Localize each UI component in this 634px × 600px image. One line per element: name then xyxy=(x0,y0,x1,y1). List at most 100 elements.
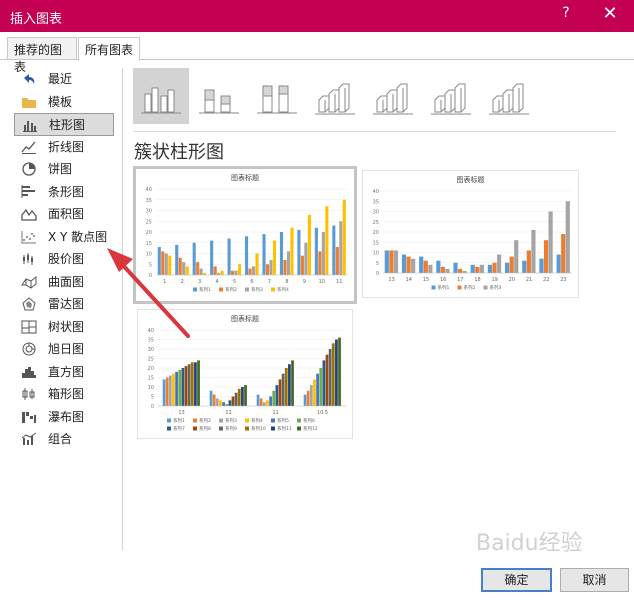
bar xyxy=(256,394,260,406)
sidebar-item-bar-chart[interactable]: 条形图 xyxy=(14,181,114,204)
100-stacked-column-icon[interactable] xyxy=(249,68,305,124)
bar xyxy=(237,388,241,406)
sidebar-item-scatter-chart[interactable]: X Y 散点图 xyxy=(14,226,114,249)
x-tick-label: 7 xyxy=(268,279,271,285)
x-tick-label: 4 xyxy=(215,279,218,285)
bar xyxy=(411,258,416,273)
ok-button[interactable]: 确定 xyxy=(481,568,552,592)
dialog-title: 插入图表 xyxy=(10,12,63,27)
bar xyxy=(199,268,203,275)
bar xyxy=(234,270,238,275)
sidebar-item-box-whisker-chart[interactable]: 箱形图 xyxy=(14,383,114,406)
stacked-column-icon[interactable] xyxy=(191,68,247,124)
sidebar-item-combo-chart[interactable]: 组合 xyxy=(14,428,114,451)
chart-title: 图表标题 xyxy=(231,173,259,182)
sidebar-item-label: 饼图 xyxy=(48,162,73,176)
tab-strip: 推荐的图表 所有图表 xyxy=(0,37,634,74)
bar xyxy=(342,199,346,275)
bar xyxy=(309,385,313,406)
legend-swatch xyxy=(297,426,301,431)
clustered-column-icon[interactable] xyxy=(133,68,189,124)
bar xyxy=(175,371,178,406)
y-tick-label: 10 xyxy=(146,252,152,258)
x-tick-label: 2 xyxy=(181,279,184,285)
legend-swatch xyxy=(219,418,223,423)
3d-clustered-column-icon[interactable] xyxy=(307,68,363,124)
sidebar-item-column-chart[interactable]: 柱形图 xyxy=(14,113,114,136)
legend-label: 系列3 xyxy=(251,286,263,293)
bar xyxy=(275,385,279,406)
sidebar-item-histogram-chart[interactable]: 直方图 xyxy=(14,361,114,384)
help-button[interactable]: ? xyxy=(556,5,576,25)
bar xyxy=(278,379,282,406)
bar xyxy=(241,387,244,406)
bar xyxy=(423,260,428,273)
bar xyxy=(185,266,189,275)
sidebar-item-stock-chart[interactable]: 股价图 xyxy=(14,248,114,271)
sidebar-item-folder[interactable]: 模板 xyxy=(14,91,114,114)
3d-stacked-column-icon[interactable] xyxy=(365,68,421,124)
bar xyxy=(419,256,424,273)
sidebar-item-label: 股价图 xyxy=(48,252,85,266)
bar xyxy=(227,238,231,275)
bar xyxy=(565,201,570,273)
sidebar-item-treemap-chart[interactable]: 树状图 xyxy=(14,316,114,339)
y-tick-label: 35 xyxy=(373,199,379,205)
close-button[interactable]: ✕ xyxy=(598,3,622,27)
watermark-text: Baidu经验 xyxy=(476,531,583,556)
sidebar-item-pie-chart[interactable]: 饼图 xyxy=(14,158,114,181)
chart-preview-option-2[interactable]: 图表标题 40 35 30 25 20 15 10 5 0 13 14 15 16 17 18 19 20 21 22… xyxy=(362,170,579,298)
sidebar-item-area-chart[interactable]: 面积图 xyxy=(14,203,114,226)
sidebar-item-radar-chart[interactable]: 雷达图 xyxy=(14,293,114,316)
legend-label: 系列1 xyxy=(199,286,211,293)
y-tick-label: 25 xyxy=(373,220,379,226)
sidebar-item-label: 面积图 xyxy=(48,207,85,221)
radar-chart-icon xyxy=(22,297,36,311)
line-chart-icon xyxy=(21,141,36,154)
tab-all-charts[interactable]: 所有图表 xyxy=(78,37,140,61)
cancel-button[interactable]: 取消 xyxy=(560,568,629,592)
bar xyxy=(475,266,480,273)
chart-preview-option-3[interactable]: 图表标题 40 35 30 25 20 15 10 5 0 13 11 11 10.5 系列1 系列2 系列3 系… xyxy=(137,309,353,439)
bar xyxy=(297,229,301,275)
sidebar-item-waterfall-chart[interactable]: 瀑布图 xyxy=(14,406,114,429)
bar xyxy=(238,264,242,275)
sidebar-item-undo-arrow[interactable]: 最近 xyxy=(14,68,114,91)
bar xyxy=(162,379,166,406)
bar xyxy=(266,400,269,406)
x-tick-label: 19 xyxy=(491,277,497,283)
x-tick-label: 20 xyxy=(509,277,515,283)
bar xyxy=(212,394,216,406)
legend-swatch xyxy=(167,418,171,423)
x-tick-label: 13 xyxy=(178,410,184,416)
3d-column-icon[interactable] xyxy=(481,68,537,124)
bar xyxy=(283,259,287,275)
sidebar-item-line-chart[interactable]: 折线图 xyxy=(14,136,114,159)
y-tick-label: 20 xyxy=(373,230,379,236)
chart-preview-option-1[interactable]: 图表标题 40 35 30 25 20 15 10 5 0 1 2 3 4 5 6 7 8 9 10 11 系列1 系列2 系… xyxy=(133,166,357,304)
bar xyxy=(318,251,322,275)
y-tick-label: 5 xyxy=(149,262,152,268)
y-tick-label: 35 xyxy=(146,198,152,204)
3d-100-stacked-column-icon[interactable] xyxy=(423,68,479,124)
legend-swatch xyxy=(297,418,301,423)
y-tick-label: 20 xyxy=(148,366,154,372)
tab-recommended-charts[interactable]: 推荐的图表 xyxy=(7,37,77,74)
bar xyxy=(262,402,266,406)
legend-label: 系列1 xyxy=(173,417,185,424)
legend-label: 系列6 xyxy=(303,417,315,424)
bar xyxy=(401,254,407,273)
bar xyxy=(458,268,463,273)
legend-swatch xyxy=(245,287,249,292)
y-tick-label: 40 xyxy=(373,189,379,195)
legend-swatch xyxy=(483,285,488,290)
legend-swatch xyxy=(193,418,197,423)
bar xyxy=(244,385,247,406)
bar xyxy=(306,390,310,406)
sidebar-item-sunburst-chart[interactable]: 旭日图 xyxy=(14,338,114,361)
bar xyxy=(192,242,196,275)
sidebar-item-surface-chart[interactable]: 曲面图 xyxy=(14,271,114,294)
bar xyxy=(157,247,161,275)
legend-swatch xyxy=(245,418,249,423)
legend-label: 系列7 xyxy=(173,425,185,432)
